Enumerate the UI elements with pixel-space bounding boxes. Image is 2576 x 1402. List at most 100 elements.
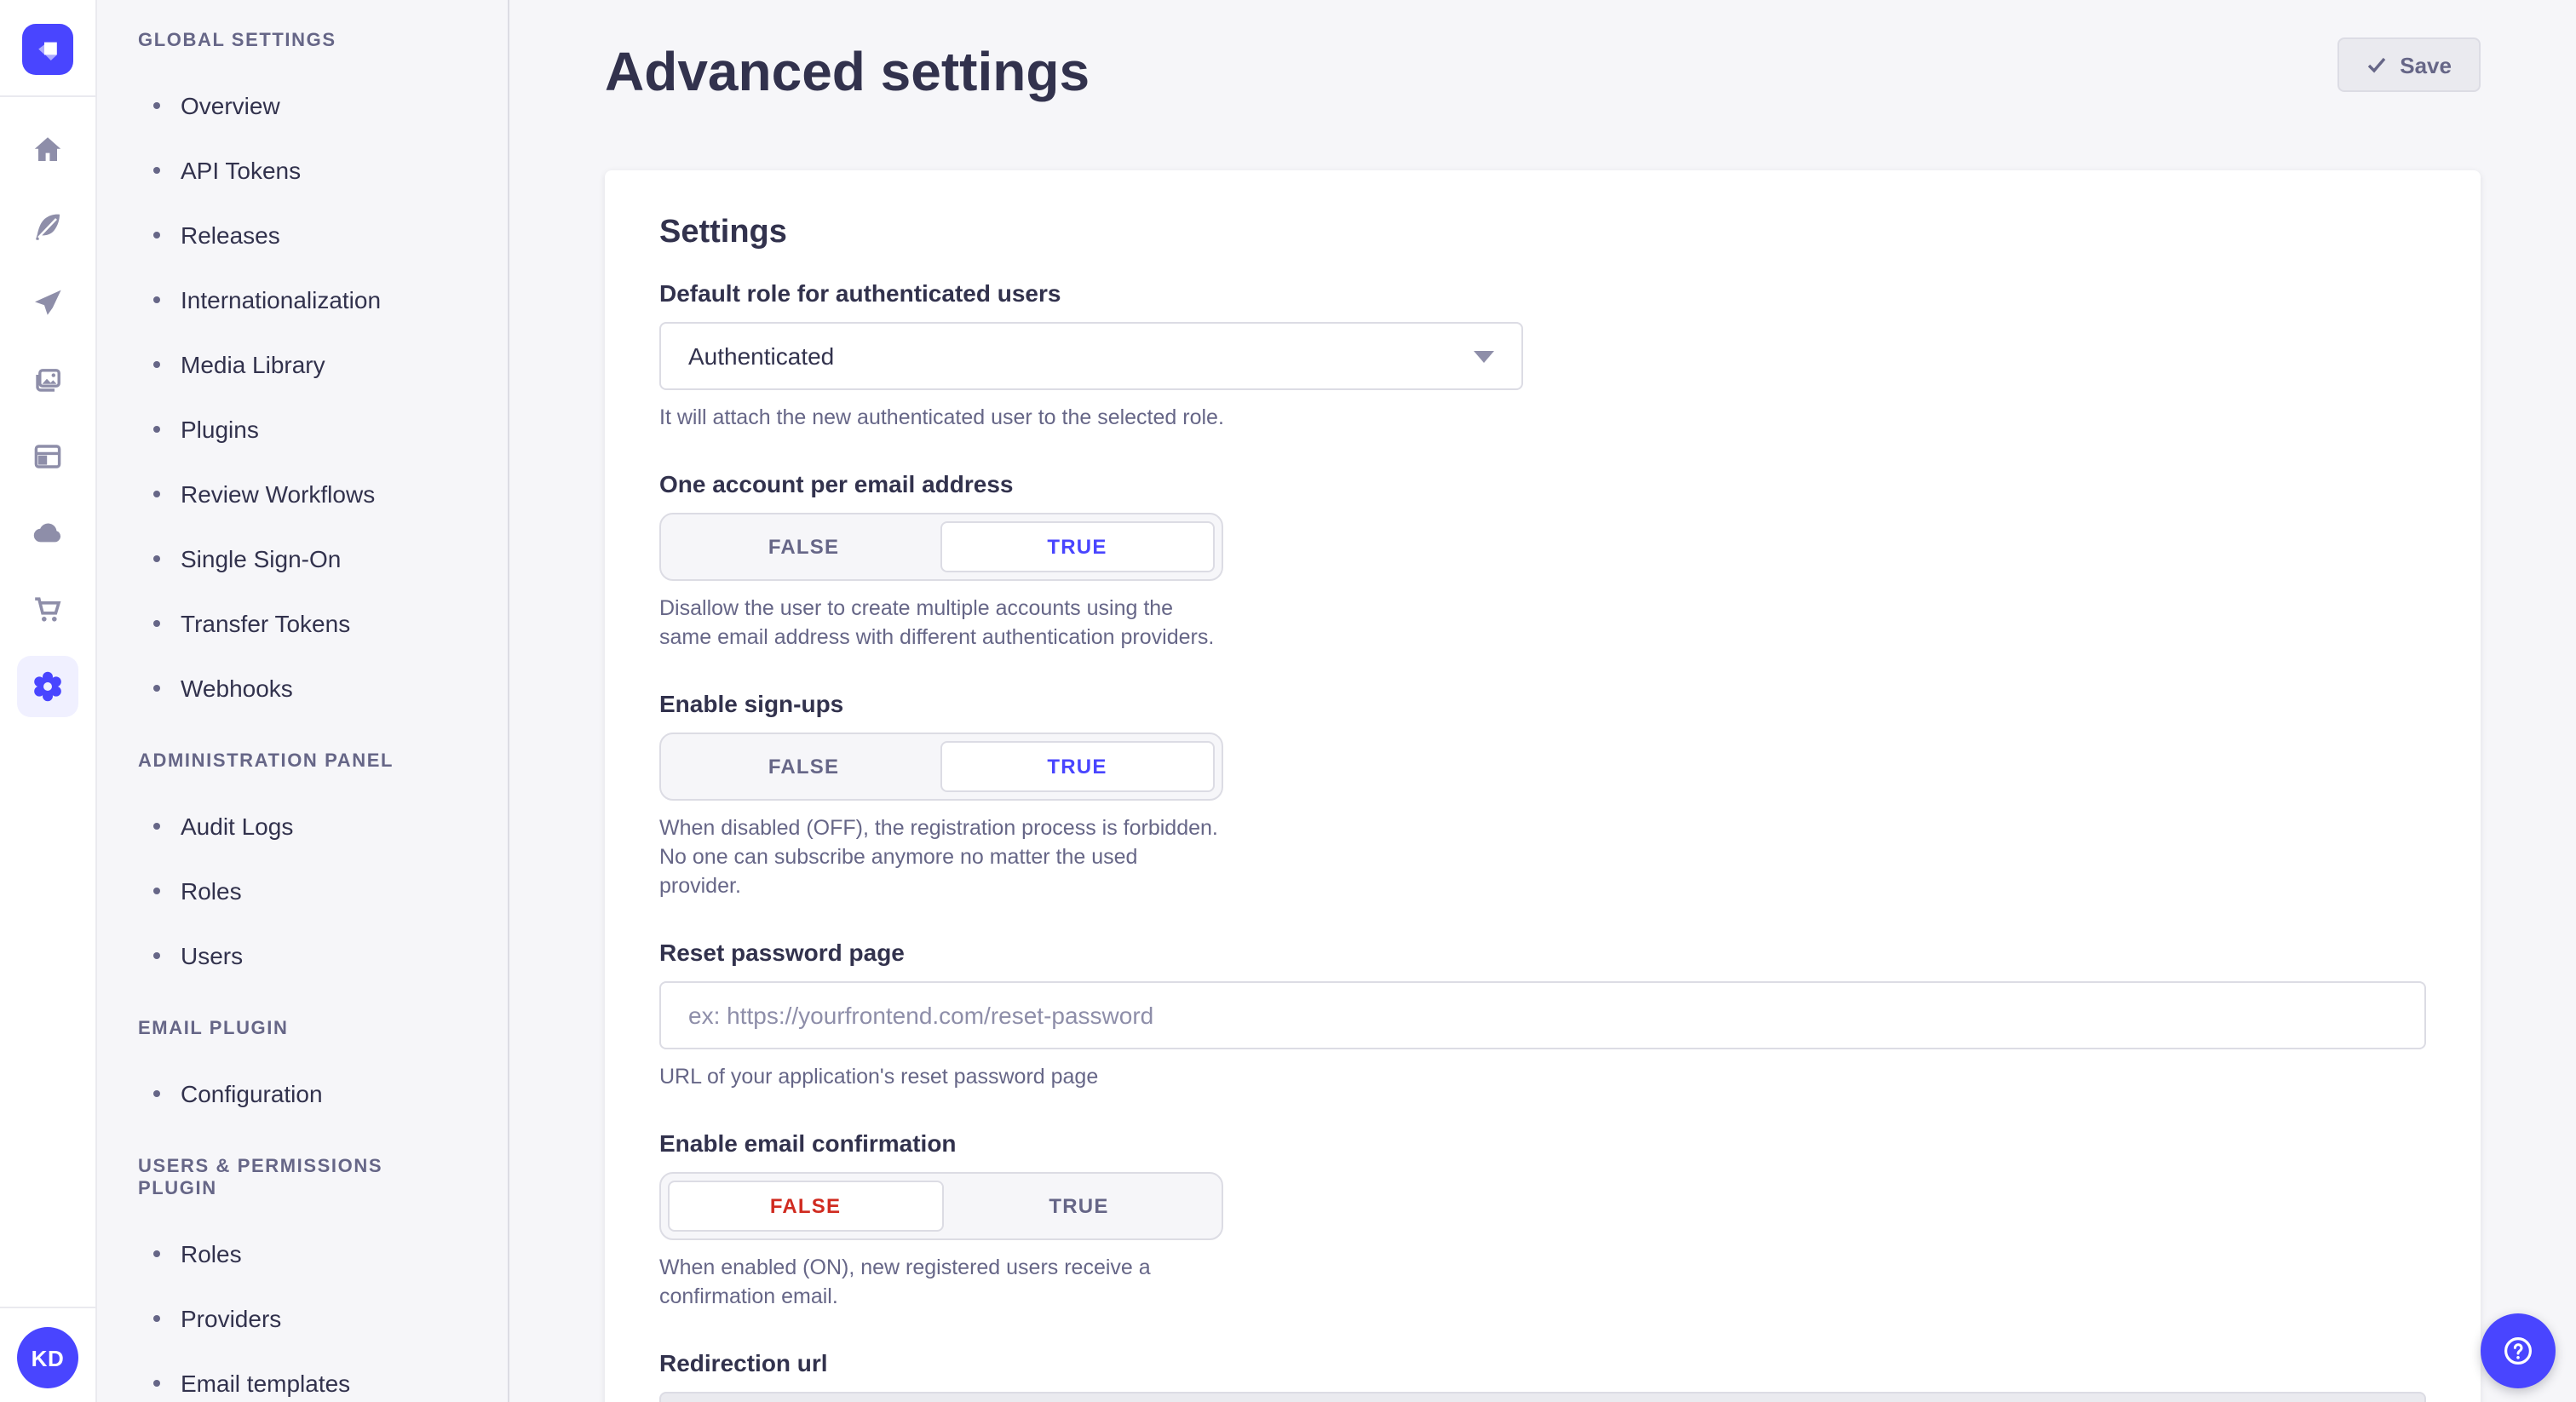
icon-rail: KD	[0, 0, 97, 1402]
help-button[interactable]	[2481, 1313, 2556, 1388]
home-icon[interactable]	[17, 119, 78, 181]
media-library-icon[interactable]	[17, 349, 78, 411]
email-confirmation-toggle: FALSE TRUE	[659, 1172, 1223, 1240]
select-value: Authenticated	[688, 342, 834, 370]
redirection-url-input	[659, 1392, 2426, 1402]
strapi-logo[interactable]	[22, 24, 73, 75]
field-help: Disallow the user to create multiple acc…	[659, 595, 1223, 652]
page-header: Advanced settings Save	[509, 0, 2576, 106]
toggle-option-true[interactable]: TRUE	[943, 1181, 1215, 1232]
sidebar-item-email-configuration[interactable]: Configuration	[97, 1061, 508, 1126]
section-title: ADMINISTRATION PANEL	[97, 721, 508, 794]
save-button-label: Save	[2400, 52, 2452, 78]
subnav-section-admin-panel: ADMINISTRATION PANEL Audit Logs Roles Us…	[97, 721, 508, 988]
sidebar-item-label: Internationalization	[181, 286, 381, 313]
rail-divider	[0, 95, 95, 97]
field-label: One account per email address	[659, 470, 1223, 499]
sidebar-item-admin-roles[interactable]: Roles	[97, 859, 508, 923]
bullet-icon	[153, 1250, 160, 1257]
sidebar-item-label: Configuration	[181, 1080, 323, 1107]
sidebar-item-label: Audit Logs	[181, 813, 293, 840]
subnav-section-global: GLOBAL SETTINGS Overview API Tokens Rele…	[97, 0, 508, 721]
bullet-icon	[153, 952, 160, 959]
sidebar-item-label: Releases	[181, 221, 280, 249]
page-title: Advanced settings	[605, 37, 1090, 106]
send-plane-icon[interactable]	[17, 273, 78, 334]
field-help: When disabled (OFF), the registration pr…	[659, 814, 1223, 901]
cloud-icon[interactable]	[17, 503, 78, 564]
sidebar-item-label: Transfer Tokens	[181, 610, 350, 637]
sidebar-item-review-workflows[interactable]: Review Workflows	[97, 462, 508, 526]
bullet-icon	[153, 296, 160, 303]
bullet-icon	[153, 555, 160, 562]
sidebar-item-overview[interactable]: Overview	[97, 73, 508, 138]
sidebar-item-releases[interactable]: Releases	[97, 203, 508, 267]
bullet-icon	[153, 491, 160, 497]
toggle-option-false[interactable]: FALSE	[668, 521, 940, 572]
sidebar-item-single-sign-on[interactable]: Single Sign-On	[97, 526, 508, 591]
sidebar-item-media-library[interactable]: Media Library	[97, 332, 508, 397]
sidebar-item-label: Roles	[181, 1240, 242, 1267]
sidebar-item-providers[interactable]: Providers	[97, 1286, 508, 1351]
sidebar-item-label: Overview	[181, 92, 280, 119]
sidebar-item-up-roles[interactable]: Roles	[97, 1221, 508, 1286]
chevron-down-icon	[1474, 350, 1494, 362]
sidebar-item-admin-users[interactable]: Users	[97, 923, 508, 988]
section-title: USERS & PERMISSIONS PLUGIN	[97, 1126, 508, 1221]
marketplace-cart-icon[interactable]	[17, 579, 78, 641]
sidebar-item-plugins[interactable]: Plugins	[97, 397, 508, 462]
sidebar-item-transfer-tokens[interactable]: Transfer Tokens	[97, 591, 508, 656]
sidebar-item-label: Plugins	[181, 416, 259, 443]
field-one-account-per-email: One account per email address FALSE TRUE…	[659, 470, 1223, 652]
bullet-icon	[153, 888, 160, 894]
field-label: Redirection url	[659, 1349, 2426, 1378]
bullet-icon	[153, 1090, 160, 1097]
strapi-logo-icon	[32, 34, 63, 65]
default-role-select[interactable]: Authenticated	[659, 322, 1523, 390]
help-icon	[2498, 1330, 2539, 1371]
user-avatar[interactable]: KD	[17, 1327, 78, 1388]
field-redirection-url: Redirection url	[659, 1349, 2426, 1402]
save-button[interactable]: Save	[2337, 37, 2481, 92]
toggle-option-false[interactable]: FALSE	[668, 1181, 943, 1232]
sidebar-item-email-templates[interactable]: Email templates	[97, 1351, 508, 1402]
sidebar-item-label: Single Sign-On	[181, 545, 341, 572]
bullet-icon	[153, 232, 160, 238]
sidebar-item-label: API Tokens	[181, 157, 301, 184]
field-label: Reset password page	[659, 939, 2426, 968]
subnav-section-email-plugin: EMAIL PLUGIN Configuration	[97, 988, 508, 1126]
toggle-option-false[interactable]: FALSE	[668, 741, 940, 792]
check-icon	[2366, 55, 2386, 75]
field-help: URL of your application's reset password…	[659, 1063, 2426, 1092]
sidebar-item-label: Review Workflows	[181, 480, 375, 508]
field-default-role: Default role for authenticated users Aut…	[659, 279, 1523, 433]
field-label: Enable email confirmation	[659, 1129, 1223, 1158]
strapi-settings-app: KD GLOBAL SETTINGS Overview API Tokens R…	[0, 0, 2576, 1402]
field-help: It will attach the new authenticated use…	[659, 404, 1523, 433]
settings-gear-icon[interactable]	[17, 656, 78, 717]
sidebar-item-api-tokens[interactable]: API Tokens	[97, 138, 508, 203]
field-enable-sign-ups: Enable sign-ups FALSE TRUE When disabled…	[659, 690, 1223, 901]
bullet-icon	[153, 167, 160, 174]
bullet-icon	[153, 1380, 160, 1387]
toggle-option-true[interactable]: TRUE	[940, 521, 1215, 572]
section-title: GLOBAL SETTINGS	[97, 0, 508, 73]
section-title: EMAIL PLUGIN	[97, 988, 508, 1061]
sidebar-item-audit-logs[interactable]: Audit Logs	[97, 794, 508, 859]
sidebar-item-webhooks[interactable]: Webhooks	[97, 656, 508, 721]
bullet-icon	[153, 620, 160, 627]
card-title: Settings	[659, 215, 2426, 252]
content-builder-feather-icon[interactable]	[17, 196, 78, 257]
field-reset-password-page: Reset password page URL of your applicat…	[659, 939, 2426, 1092]
sidebar-item-label: Roles	[181, 877, 242, 905]
layout-dashboard-icon[interactable]	[17, 426, 78, 487]
settings-subnav: GLOBAL SETTINGS Overview API Tokens Rele…	[97, 0, 509, 1402]
bullet-icon	[153, 361, 160, 368]
bullet-icon	[153, 426, 160, 433]
field-label: Enable sign-ups	[659, 690, 1223, 719]
toggle-option-true[interactable]: TRUE	[940, 741, 1215, 792]
main-content: Advanced settings Save Settings Default …	[509, 0, 2576, 1402]
sidebar-item-label: Users	[181, 942, 243, 969]
sidebar-item-internationalization[interactable]: Internationalization	[97, 267, 508, 332]
reset-password-input[interactable]	[659, 981, 2426, 1049]
